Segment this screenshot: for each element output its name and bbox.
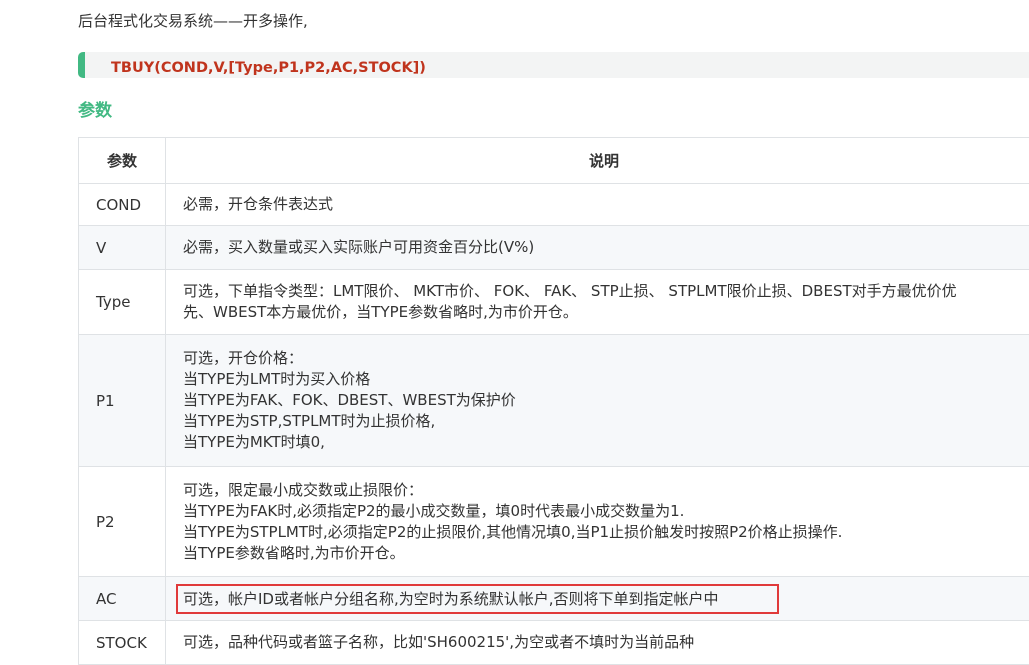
params-table: 参数 说明 COND 必需，开仓条件表达式 V 必需，买入数量或买入实际账户可用…	[78, 137, 1029, 665]
desc-line: 可选，帐户ID或者帐户分组名称,为空时为系统默认帐户,否则将下单到指定帐户中	[183, 590, 719, 608]
code-block: TBUY(COND,V,[Type,P1,P2,AC,STOCK])	[78, 52, 1029, 78]
header-desc: 说明	[166, 138, 1029, 184]
param-name: P2	[79, 467, 166, 577]
table-row: Type 可选，下单指令类型：LMT限价、 MKT市价、 FOK、 FAK、 S…	[79, 270, 1029, 335]
desc-line: 当TYPE为FAK时,必须指定P2的最小成交数量，填0时代表最小成交数量为1.	[183, 501, 1029, 522]
param-name: STOCK	[79, 621, 166, 665]
highlight-box: 可选，帐户ID或者帐户分组名称,为空时为系统默认帐户,否则将下单到指定帐户中	[176, 584, 779, 614]
table-row: P1 可选，开仓价格： 当TYPE为LMT时为买入价格 当TYPE为FAK、FO…	[79, 335, 1029, 467]
param-desc: 可选，品种代码或者篮子名称，比如'SH600215',为空或者不填时为当前品种	[166, 621, 1029, 665]
param-name: Type	[79, 270, 166, 335]
table-row: AC 可选，帐户ID或者帐户分组名称,为空时为系统默认帐户,否则将下单到指定帐户…	[79, 577, 1029, 621]
desc-line: 当TYPE参数省略时,为市价开仓。	[183, 543, 1029, 564]
desc-line: 必需，开仓条件表达式	[183, 194, 1029, 215]
param-desc: 可选，下单指令类型：LMT限价、 MKT市价、 FOK、 FAK、 STP止损、…	[166, 270, 1029, 335]
header-param: 参数	[79, 138, 166, 184]
desc-line: 必需，买入数量或买入实际账户可用资金百分比(V%)	[183, 237, 1029, 258]
param-desc: 必需，开仓条件表达式	[166, 184, 1029, 226]
desc-line: 当TYPE为LMT时为买入价格	[183, 369, 1029, 390]
param-name: P1	[79, 335, 166, 467]
param-name: V	[79, 226, 166, 270]
intro-text: 后台程式化交易系统——开多操作,	[78, 10, 308, 31]
param-desc: 可选，限定最小成交数或止损限价： 当TYPE为FAK时,必须指定P2的最小成交数…	[166, 467, 1029, 577]
desc-line: 可选，品种代码或者篮子名称，比如'SH600215',为空或者不填时为当前品种	[183, 632, 1029, 653]
table-row: COND 必需，开仓条件表达式	[79, 184, 1029, 226]
param-desc: 可选，帐户ID或者帐户分组名称,为空时为系统默认帐户,否则将下单到指定帐户中	[166, 577, 1029, 621]
desc-line: 可选，下单指令类型：LMT限价、 MKT市价、 FOK、 FAK、 STP止损、…	[183, 281, 1029, 302]
table-row: P2 可选，限定最小成交数或止损限价： 当TYPE为FAK时,必须指定P2的最小…	[79, 467, 1029, 577]
desc-line: 先、WBEST本方最优价，当TYPE参数省略时,为市价开仓。	[183, 302, 1029, 323]
table-row: V 必需，买入数量或买入实际账户可用资金百分比(V%)	[79, 226, 1029, 270]
param-name: AC	[79, 577, 166, 621]
table-header-row: 参数 说明	[79, 138, 1029, 184]
section-heading: 参数	[78, 96, 112, 121]
desc-line: 可选，开仓价格：	[183, 348, 1029, 369]
table-row: STOCK 可选，品种代码或者篮子名称，比如'SH600215',为空或者不填时…	[79, 621, 1029, 665]
param-desc: 必需，买入数量或买入实际账户可用资金百分比(V%)	[166, 226, 1029, 270]
desc-line: 当TYPE为FAK、FOK、DBEST、WBEST为保护价	[183, 390, 1029, 411]
code-signature: TBUY(COND,V,[Type,P1,P2,AC,STOCK])	[111, 60, 426, 76]
desc-line: 当TYPE为STPLMT时,必须指定P2的止损限价,其他情况填0,当P1止损价触…	[183, 522, 1029, 543]
param-name: COND	[79, 184, 166, 226]
desc-line: 当TYPE为MKT时填0,	[183, 432, 1029, 453]
desc-line: 可选，限定最小成交数或止损限价：	[183, 480, 1029, 501]
desc-line: 当TYPE为STP,STPLMT时为止损价格,	[183, 411, 1029, 432]
param-desc: 可选，开仓价格： 当TYPE为LMT时为买入价格 当TYPE为FAK、FOK、D…	[166, 335, 1029, 467]
